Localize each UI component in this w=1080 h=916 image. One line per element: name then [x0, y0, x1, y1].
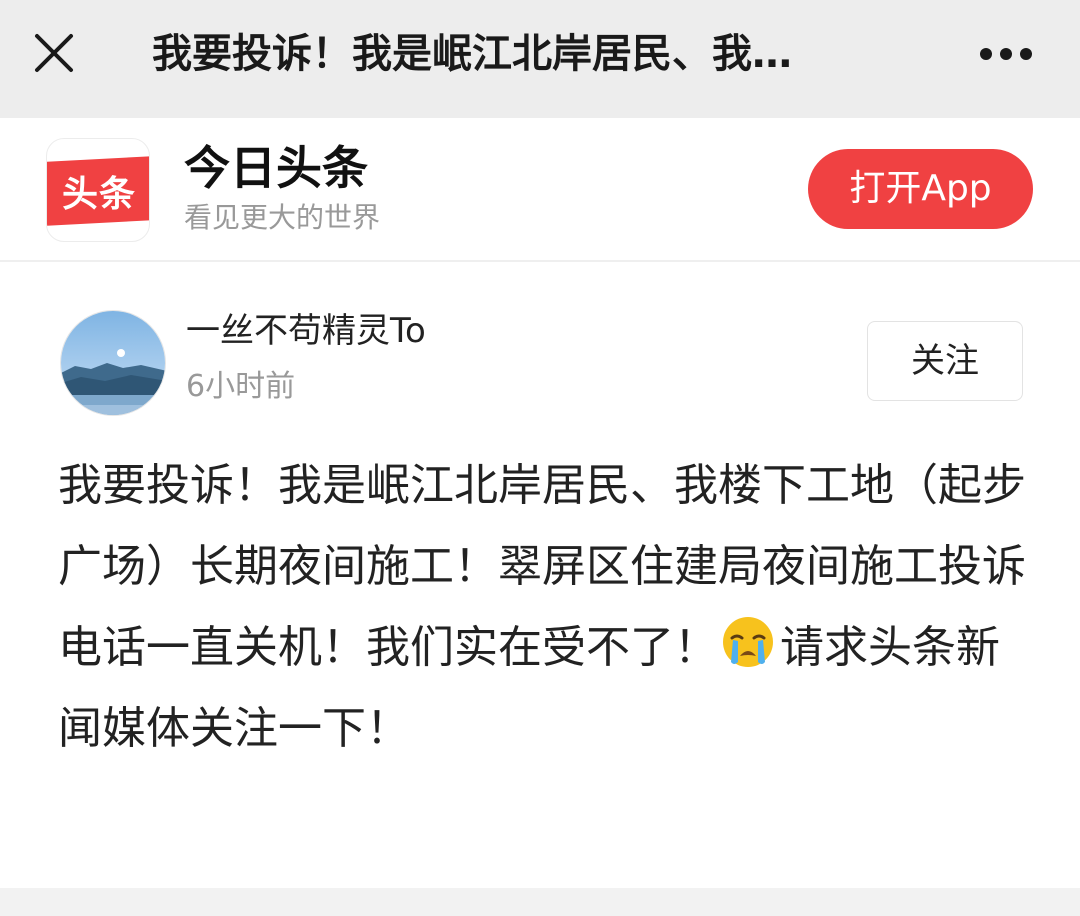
- crying-face-emoji: [720, 614, 776, 670]
- app-slogan: 看见更大的世界: [184, 201, 381, 234]
- app-download-banner: 头条 今日头条 看见更大的世界 打开App: [0, 118, 1080, 262]
- app-logo-text: 头条: [61, 174, 136, 216]
- app-name: 今日头条: [184, 141, 368, 195]
- app-logo: 头条: [46, 138, 150, 242]
- more-icon[interactable]: [974, 30, 1038, 78]
- open-app-button[interactable]: 打开App: [808, 149, 1033, 229]
- post-body: 我要投诉！我是岷江北岸居民、我楼下工地（起步广场）长期夜间施工！翠屏区住建局夜间…: [58, 445, 1028, 769]
- close-icon[interactable]: [26, 25, 82, 81]
- page-title: 我要投诉！我是岷江北岸居民、我…: [152, 31, 792, 77]
- author-name[interactable]: 一丝不苟精灵To: [186, 308, 426, 354]
- top-navbar: 我要投诉！我是岷江北岸居民、我…: [0, 0, 1080, 118]
- follow-button[interactable]: 关注: [867, 321, 1023, 401]
- post-time: 6小时前: [186, 369, 296, 404]
- avatar[interactable]: [60, 310, 166, 416]
- footer-divider: [0, 888, 1080, 916]
- app-logo-band: 头条: [47, 156, 149, 226]
